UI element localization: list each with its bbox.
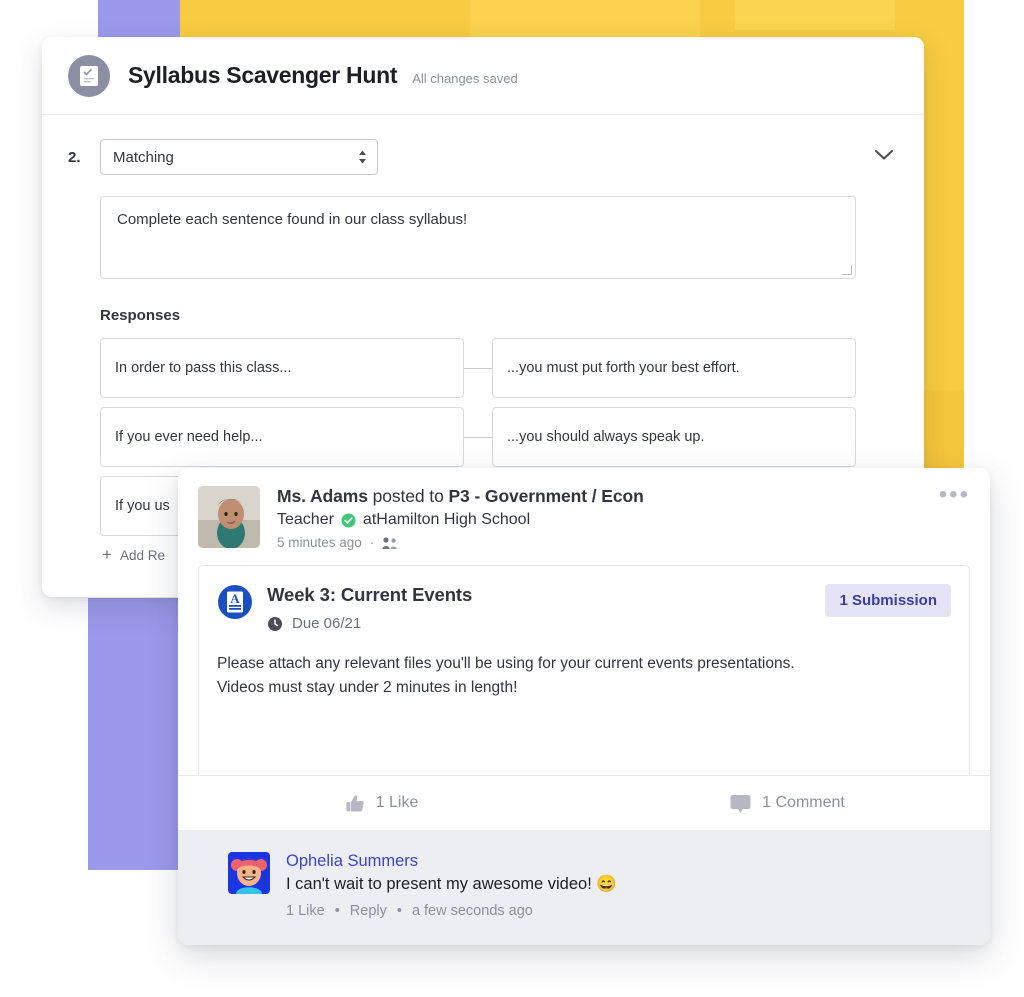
due-label: Due 06/21 [292, 615, 362, 632]
response-match-input[interactable]: ...you must put forth your best effort. [492, 338, 856, 398]
post-meta: 5 minutes ago · [277, 535, 939, 550]
role-label: Teacher [277, 511, 334, 528]
school-name: Hamilton High School [376, 511, 531, 528]
post-attribution: Ms. Adams posted to P3 - Government / Ec… [277, 486, 939, 507]
verified-badge-icon [341, 513, 356, 528]
updown-arrows-icon [358, 150, 367, 164]
clock-icon [267, 616, 283, 632]
more-options-icon[interactable]: ••• [939, 483, 970, 550]
post-action-text: posted to [367, 486, 449, 506]
yellow-block-d [735, 0, 895, 30]
post-timestamp: 5 minutes ago [277, 535, 362, 550]
comment-text: I can't wait to present my awesome video… [286, 875, 617, 893]
comments-section: Ophelia Summers I can't wait to present … [178, 830, 990, 945]
collapse-question-button[interactable] [874, 148, 898, 166]
avatar [228, 852, 270, 894]
question-type-select[interactable]: Matching [100, 139, 378, 175]
assignment-description-line-2: Videos must stay under 2 minutes in leng… [217, 679, 518, 697]
post-header: Ms. Adams posted to P3 - Government / Ec… [178, 468, 990, 560]
comment-author[interactable]: Ophelia Summers [286, 852, 617, 871]
post-author[interactable]: Ms. Adams [277, 486, 368, 506]
pair-connector-line [464, 367, 492, 369]
assignment-description: Please attach any relevant files you'll … [217, 652, 951, 700]
plus-icon: + [102, 545, 112, 564]
page-title: Syllabus Scavenger Hunt [128, 62, 398, 88]
pair-connector-line [464, 436, 492, 438]
assignment-document-icon: A [217, 584, 253, 625]
comment-like-button[interactable]: 1 Like [286, 903, 325, 919]
school-prefix: at [362, 511, 377, 528]
comment-button[interactable]: 1 Comment [584, 776, 990, 830]
comment-bubble-icon [729, 793, 752, 814]
thumbs-up-icon [344, 793, 366, 814]
post-target-class[interactable]: P3 - Government / Econ [448, 486, 643, 506]
like-button[interactable]: 1 Like [178, 776, 584, 830]
comment-reply-button[interactable]: Reply [350, 903, 387, 919]
add-response-label: Add Re [119, 547, 165, 563]
question-type-value: Matching [113, 148, 174, 166]
assignment-block: A Week 3: Current Events Due 06/21 1 Sub… [198, 565, 970, 775]
assignment-due: Due 06/21 [267, 615, 825, 632]
quiz-document-icon [68, 54, 110, 97]
avatar [198, 486, 260, 548]
assignment-header: A Week 3: Current Events Due 06/21 1 Sub… [217, 584, 951, 632]
assignment-title[interactable]: Week 3: Current Events [267, 584, 825, 606]
yellow-band-right [924, 0, 964, 390]
question-row: 2. Matching [68, 139, 898, 175]
question-prompt-textarea[interactable]: Complete each sentence found in our clas… [100, 196, 856, 279]
post-actions-bar: 1 Like 1 Comment [178, 775, 990, 830]
meta-dot: • [396, 903, 402, 919]
comment-timestamp: a few seconds ago [411, 903, 533, 919]
response-prompt-input[interactable]: In order to pass this class... [100, 338, 464, 398]
response-match-input[interactable]: ...you should always speak up. [492, 407, 856, 467]
assignment-main: Week 3: Current Events Due 06/21 [267, 584, 825, 632]
save-status: All changes saved [412, 70, 518, 86]
quiz-header: Syllabus Scavenger Hunt All changes save… [42, 37, 924, 115]
post-header-text: Ms. Adams posted to P3 - Government / Ec… [277, 486, 939, 550]
chevron-down-icon [875, 150, 893, 160]
like-count-label: 1 Like [375, 794, 419, 811]
comment-count-label: 1 Comment [762, 794, 845, 811]
post-author-role: Teacher at Hamilton High School [277, 511, 939, 529]
audience-group-icon [382, 536, 398, 550]
assignment-description-line-1: Please attach any relevant files you'll … [217, 655, 795, 672]
response-pair-row: In order to pass this class... ...you mu… [100, 338, 856, 398]
status-badge[interactable]: 1 Submission [825, 584, 951, 617]
comment-meta: 1 Like • Reply • a few seconds ago [286, 903, 617, 919]
meta-dot: • [334, 903, 340, 919]
svg-text:A: A [230, 591, 240, 606]
social-post-card: Ms. Adams posted to P3 - Government / Ec… [178, 468, 990, 945]
response-pair-row: If you ever need help... ...you should a… [100, 407, 856, 467]
question-number: 2. [68, 148, 81, 166]
meta-separator: · [369, 535, 375, 550]
responses-heading: Responses [100, 307, 181, 324]
comment-body: Ophelia Summers I can't wait to present … [286, 852, 617, 919]
response-prompt-input[interactable]: If you ever need help... [100, 407, 464, 467]
